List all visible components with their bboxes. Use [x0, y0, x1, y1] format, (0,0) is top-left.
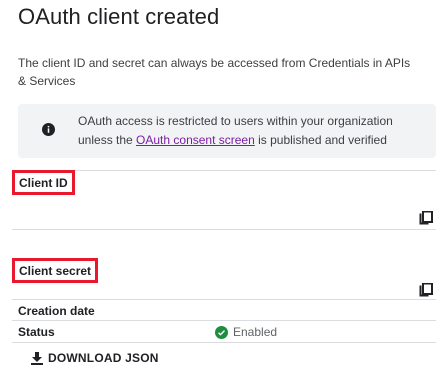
- info-notice: OAuth access is restricted to users with…: [18, 104, 436, 158]
- download-icon: [31, 351, 43, 365]
- copy-client-secret-icon[interactable]: [419, 283, 433, 299]
- divider: [12, 299, 436, 300]
- dialog-title: OAuth client created: [18, 4, 220, 29]
- download-json-label: DOWNLOAD JSON: [48, 351, 159, 365]
- status-value: Enabled: [215, 325, 277, 339]
- divider: [12, 170, 436, 171]
- oauth-consent-screen-link[interactable]: OAuth consent screen: [136, 133, 255, 147]
- dialog-description: The client ID and secret can always be a…: [18, 56, 411, 88]
- download-json-button[interactable]: DOWNLOAD JSON: [31, 351, 159, 365]
- divider: [12, 229, 436, 230]
- copy-client-id-icon[interactable]: [419, 211, 433, 227]
- notice-text-after: is published and verified: [254, 133, 387, 147]
- info-icon: [42, 123, 55, 136]
- divider: [12, 320, 436, 321]
- notice-text: OAuth access is restricted to users with…: [78, 112, 418, 150]
- check-circle-icon: [215, 325, 228, 339]
- status-text: Enabled: [233, 325, 278, 339]
- client-id-label: Client ID: [12, 170, 75, 195]
- status-label: Status: [18, 325, 55, 339]
- divider: [12, 342, 436, 343]
- client-secret-label: Client secret: [12, 258, 99, 283]
- creation-date-label: Creation date: [18, 304, 95, 318]
